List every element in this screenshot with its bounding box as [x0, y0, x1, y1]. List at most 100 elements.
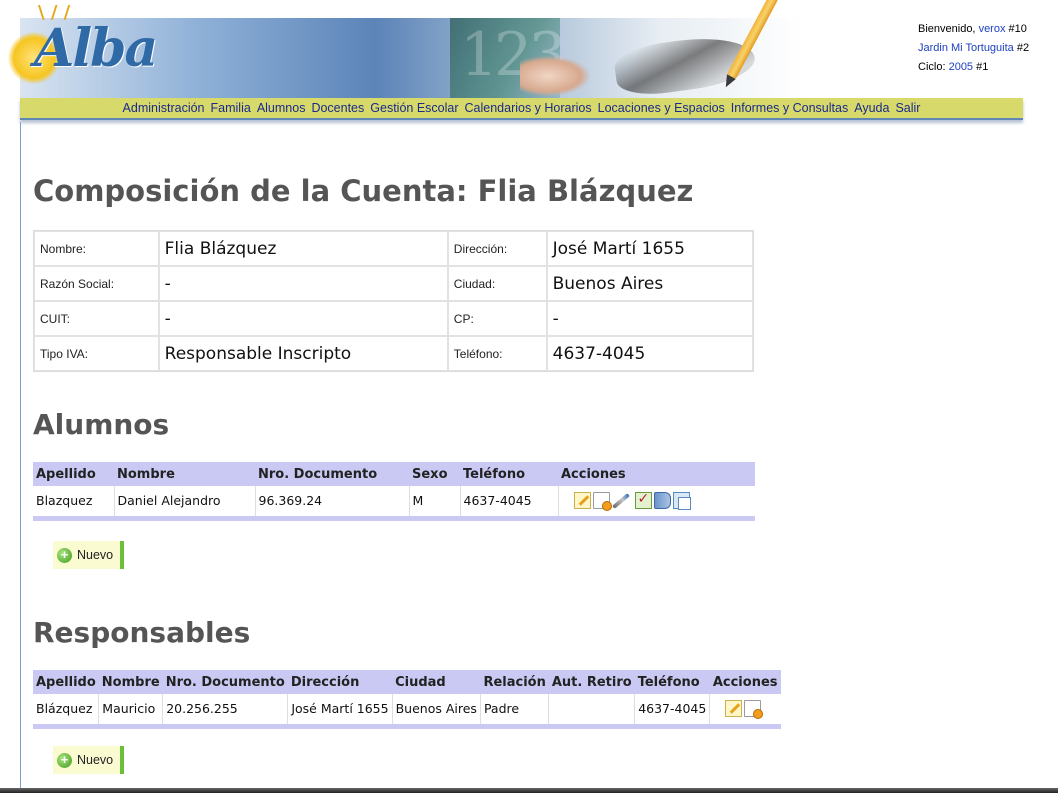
responsables-nuevo-button[interactable]: + Nuevo — [53, 746, 124, 774]
alumnos-table: Apellido Nombre Nro. Documento Sexo Telé… — [33, 462, 755, 521]
window-bottom-border — [0, 788, 1058, 793]
column-header[interactable]: Teléfono — [634, 670, 710, 694]
cell-telefono: 4637-4045 — [460, 486, 559, 518]
direccion-label: Dirección: — [447, 231, 547, 266]
row-actions — [562, 491, 753, 512]
menu-item-administracion[interactable]: Administración — [123, 101, 205, 115]
cp-label: CP: — [447, 301, 547, 336]
cell-documento: 20.256.255 — [162, 694, 289, 726]
document-icon[interactable] — [744, 700, 764, 720]
responsables-table: Apellido Nombre Nro. Documento Dirección… — [33, 670, 781, 729]
cycle-year-link[interactable]: 2005 — [949, 61, 973, 73]
school-id: #2 — [1016, 42, 1030, 54]
cp-value: - — [546, 301, 753, 336]
column-header[interactable]: Sexo — [409, 462, 460, 486]
add-icon: + — [57, 547, 72, 563]
document-icon[interactable] — [592, 492, 612, 512]
account-info-table: Nombre: Flia Blázquez Dirección: José Ma… — [33, 230, 754, 372]
column-header[interactable]: Apellido — [33, 462, 114, 486]
column-header[interactable]: Dirección — [287, 670, 393, 694]
user-info-panel: Bienvenido, verox #10 Jardin Mi Tortugui… — [918, 20, 1058, 77]
nuevo-label: Nuevo — [77, 548, 114, 562]
school-link[interactable]: Jardin Mi Tortuguita — [918, 42, 1014, 54]
alumnos-heading: Alumnos — [33, 408, 170, 441]
cycle-id: #1 — [976, 61, 989, 73]
add-icon: + — [57, 752, 72, 768]
cell-nombre: Mauricio — [98, 694, 164, 726]
menu-item-calendarios[interactable]: Calendarios y Horarios — [465, 101, 592, 115]
user-id: #10 — [1008, 23, 1027, 35]
column-header[interactable]: Nro. Documento — [162, 670, 288, 694]
cell-aut-retiro — [548, 694, 636, 726]
account-row: Razón Social: - Ciudad: Buenos Aires — [34, 266, 753, 301]
column-header: Acciones — [558, 462, 755, 486]
book-icon[interactable] — [653, 492, 671, 510]
table-header-row: Apellido Nombre Nro. Documento Sexo Telé… — [33, 462, 755, 486]
column-header[interactable]: Teléfono — [460, 462, 558, 486]
hand-with-chalk-image — [520, 56, 590, 96]
telefono-value: 4637-4045 — [546, 336, 753, 371]
tipo-iva-value: Responsable Inscripto — [158, 336, 448, 371]
cell-telefono: 4637-4045 — [634, 694, 711, 726]
welcome-label: Bienvenido, — [918, 23, 976, 35]
cell-sexo: M — [409, 486, 461, 518]
alumnos-nuevo-button[interactable]: + Nuevo — [53, 541, 124, 569]
ciudad-label: Ciudad: — [447, 266, 547, 301]
header: 123 \ / / Alba Bienvenido, verox #10 Jar… — [0, 0, 1058, 100]
main-menu: Administración Familia Alumnos Docentes … — [20, 98, 1023, 120]
cell-ciudad: Buenos Aires — [392, 694, 481, 726]
syringe-icon[interactable] — [612, 492, 629, 509]
copy-icon[interactable] — [672, 492, 691, 511]
edit-icon[interactable] — [725, 700, 743, 718]
checklist-icon[interactable] — [634, 491, 652, 510]
table-header-row: Apellido Nombre Nro. Documento Dirección… — [33, 670, 781, 694]
menu-item-salir[interactable]: Salir — [895, 101, 920, 115]
cuit-label: CUIT: — [34, 301, 159, 336]
cell-acciones — [558, 486, 755, 518]
cell-apellido: Blazquez — [33, 486, 115, 518]
account-row: Nombre: Flia Blázquez Dirección: José Ma… — [34, 231, 753, 266]
cell-acciones — [709, 694, 781, 726]
account-row: CUIT: - CP: - — [34, 301, 753, 336]
page-title: Composición de la Cuenta: Flia Blázquez — [33, 174, 694, 208]
column-header[interactable]: Aut. Retiro — [548, 670, 635, 694]
cycle-label: Ciclo: — [918, 61, 946, 73]
table-row: Blazquez Daniel Alejandro 96.369.24 M 46… — [33, 486, 755, 518]
nombre-label: Nombre: — [34, 231, 159, 266]
menu-item-ayuda[interactable]: Ayuda — [854, 101, 889, 115]
ciudad-value: Buenos Aires — [546, 266, 753, 301]
razon-social-label: Razón Social: — [34, 266, 159, 301]
table-row: Blázquez Mauricio 20.256.255 José Martí … — [33, 694, 781, 726]
logo-text: Alba — [34, 18, 158, 79]
razon-social-value: - — [158, 266, 448, 301]
cell-direccion: José Martí 1655 — [287, 694, 393, 726]
nuevo-label: Nuevo — [77, 753, 114, 767]
menu-item-gestion-escolar[interactable]: Gestión Escolar — [370, 101, 458, 115]
menu-item-familia[interactable]: Familia — [211, 101, 251, 115]
cell-relacion: Padre — [480, 694, 550, 726]
cell-nombre: Daniel Alejandro — [114, 486, 256, 518]
direccion-value: José Martí 1655 — [546, 231, 753, 266]
menu-item-locaciones[interactable]: Locaciones y Espacios — [598, 101, 725, 115]
column-header[interactable]: Relación — [480, 670, 549, 694]
column-header[interactable]: Nombre — [98, 670, 163, 694]
menu-item-informes[interactable]: Informes y Consultas — [731, 101, 848, 115]
edit-icon[interactable] — [573, 492, 591, 510]
nombre-value: Flia Blázquez — [158, 231, 448, 266]
cell-apellido: Blázquez — [33, 694, 100, 726]
user-link[interactable]: verox — [979, 23, 1006, 35]
column-header: Acciones — [709, 670, 781, 694]
row-actions — [713, 700, 777, 720]
column-header[interactable]: Nombre — [114, 462, 255, 486]
tipo-iva-label: Tipo IVA: — [34, 336, 159, 371]
column-header[interactable]: Nro. Documento — [255, 462, 409, 486]
responsables-heading: Responsables — [33, 616, 251, 649]
cell-documento: 96.369.24 — [255, 486, 410, 518]
column-header[interactable]: Ciudad — [392, 670, 481, 694]
menu-item-docentes[interactable]: Docentes — [311, 101, 364, 115]
cuit-value: - — [158, 301, 448, 336]
column-header[interactable]: Apellido — [33, 670, 99, 694]
alba-logo[interactable]: \ / / Alba — [8, 2, 158, 86]
menu-item-alumnos[interactable]: Alumnos — [257, 101, 306, 115]
telefono-label: Teléfono: — [447, 336, 547, 371]
